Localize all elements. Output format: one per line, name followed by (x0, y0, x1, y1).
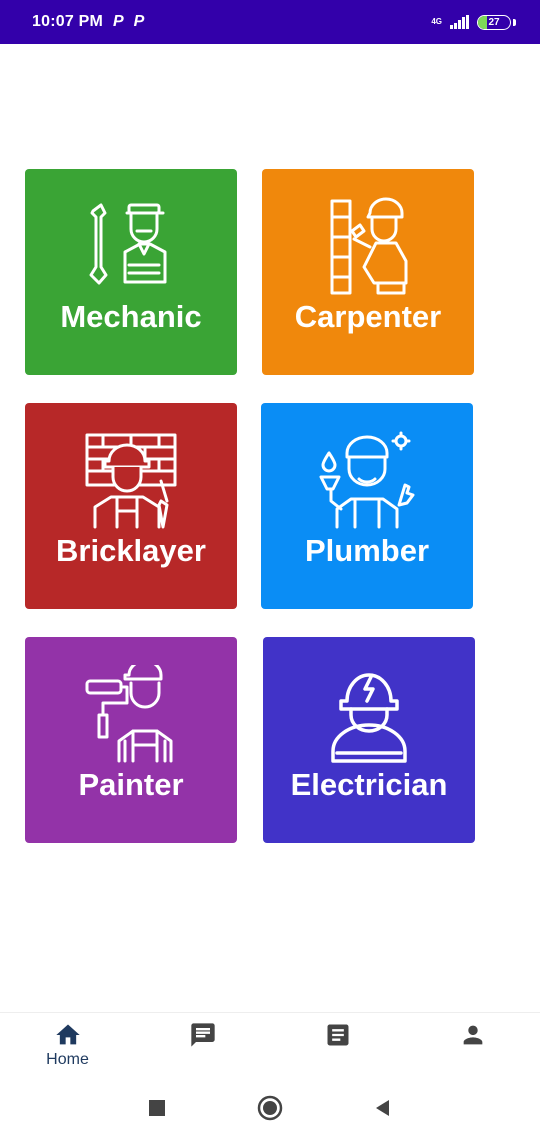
battery-icon: 27 (477, 14, 511, 30)
signal-icon (450, 15, 469, 29)
category-label: Plumber (304, 533, 430, 568)
home-circle-icon[interactable] (257, 1095, 283, 1121)
category-label: Bricklayer (56, 533, 206, 568)
network-type: 4G (431, 17, 442, 26)
mechanic-icon (89, 203, 167, 285)
status-time: 10:07 PM (32, 13, 103, 30)
notification-p-icon: P (133, 13, 145, 30)
bottom-nav: Home (0, 1012, 540, 1076)
category-card-mechanic[interactable]: Mechanic (25, 169, 237, 375)
notification-p-icon: P (112, 13, 124, 30)
nav-home[interactable]: Home (0, 1013, 135, 1069)
status-bar: 10:07 PM P P 4G 27 (0, 0, 540, 44)
back-icon[interactable] (373, 1098, 393, 1118)
category-card-bricklayer[interactable]: Bricklayer (25, 403, 237, 609)
home-icon (55, 1024, 80, 1045)
nav-home-label: Home (46, 1051, 89, 1068)
category-card-electrician[interactable]: Electrician (263, 637, 475, 843)
category-card-painter[interactable]: Painter (25, 637, 237, 843)
electrician-icon (331, 673, 407, 763)
nav-document[interactable] (270, 1013, 405, 1049)
carpenter-icon (330, 197, 408, 295)
document-icon (327, 1024, 348, 1046)
battery-level: 27 (488, 16, 500, 28)
person-icon (463, 1025, 482, 1045)
recents-icon[interactable] (147, 1098, 167, 1118)
system-nav-bar (0, 1076, 540, 1140)
nav-profile[interactable] (405, 1013, 540, 1049)
category-card-carpenter[interactable]: Carpenter (262, 169, 474, 375)
chat-icon (190, 1023, 215, 1047)
category-label: Carpenter (294, 299, 442, 334)
category-label: Mechanic (60, 299, 202, 334)
nav-chat[interactable] (135, 1013, 270, 1049)
plumber-icon (319, 431, 415, 529)
category-label: Electrician (290, 767, 448, 802)
painter-icon (85, 665, 173, 763)
bricklayer-icon (85, 433, 177, 529)
category-label: Painter (78, 767, 184, 802)
category-card-plumber[interactable]: Plumber (261, 403, 473, 609)
